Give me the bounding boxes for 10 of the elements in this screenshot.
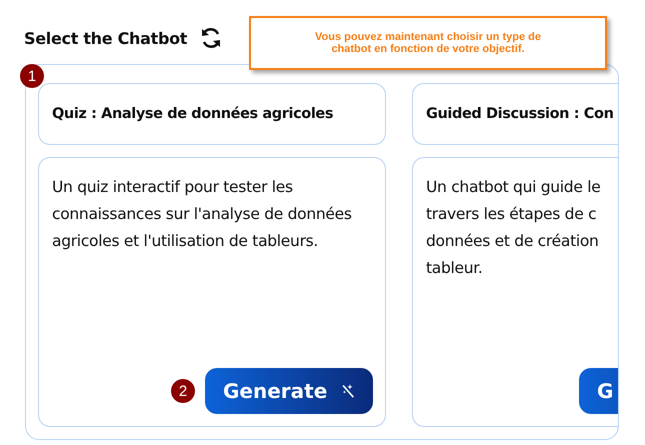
chatbot-description: Un quiz interactif pour tester les connaissances sur l'analyse de données agricoles et l'utilisation de tableurs. bbox=[52, 177, 353, 252]
chatbot-title: Guided Discussion : Con bbox=[412, 83, 618, 145]
chatbot-description: Un chatbot qui guide le travers les étapes de c données et de création tableur. bbox=[426, 177, 602, 279]
generate-button[interactable]: Generate bbox=[205, 368, 373, 414]
tooltip: Vous pouvez maintenant choisir un type de chatbot en fonction de votre objectif. bbox=[249, 16, 607, 70]
generate-button[interactable]: G bbox=[579, 368, 618, 414]
step-marker: 2 bbox=[171, 379, 195, 403]
chatbot-title: Quiz : Analyse de données agricoles bbox=[38, 83, 386, 145]
step-marker: 1 bbox=[20, 64, 44, 88]
section-heading: Select the Chatbot bbox=[24, 28, 188, 48]
